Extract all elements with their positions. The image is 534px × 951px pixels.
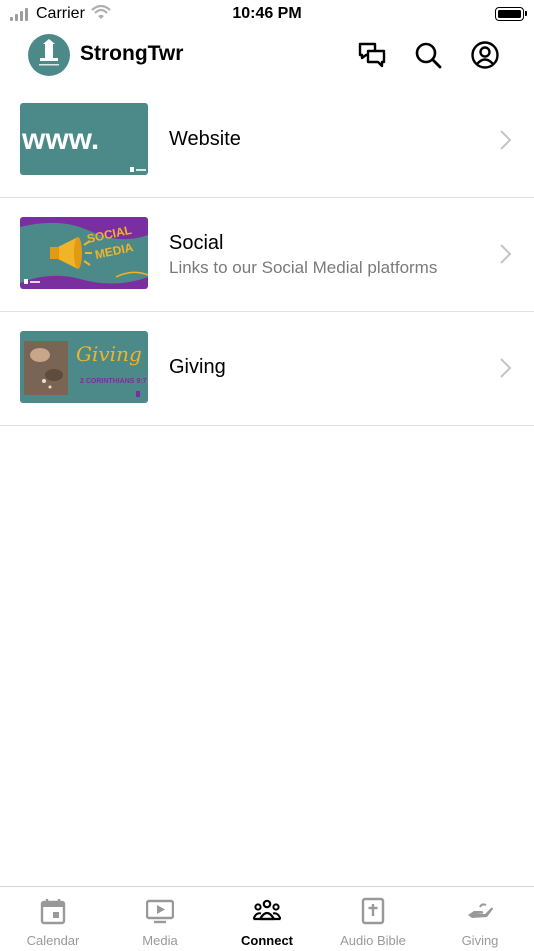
chevron-right-icon: [500, 244, 512, 264]
search-icon[interactable]: [413, 40, 443, 70]
chevron-right-icon: [500, 358, 512, 378]
tab-label: Calendar: [26, 933, 80, 948]
connect-icon: [253, 899, 281, 921]
app-header: StrongTwr: [0, 28, 534, 84]
bible-icon: [361, 897, 385, 925]
list-item-title: Social: [169, 232, 224, 254]
list-item-website[interactable]: www. Website: [0, 84, 534, 198]
giving-thumbnail: Giving 2 CORINTHIANS 9:7: [20, 331, 148, 403]
list-item-subtitle: Links to our Social Medial platforms: [169, 258, 438, 277]
app-logo[interactable]: [28, 34, 70, 76]
tab-label: Audio Bible: [340, 933, 406, 948]
list-item-social[interactable]: SOCIAL MEDIA Social Links to our Social …: [0, 198, 534, 312]
app-title: StrongTwr: [80, 42, 184, 65]
tab-bar: Calendar Media Connect Audio Bible Givin…: [0, 886, 534, 951]
website-thumbnail: www.: [20, 103, 148, 175]
giving-icon: [468, 903, 493, 918]
tab-label: Media: [142, 933, 178, 948]
website-thumb-text: www.: [21, 123, 99, 156]
list-item-title: Giving: [169, 356, 226, 378]
svg-text:Giving: Giving: [76, 342, 142, 366]
tab-audio-bible[interactable]: Audio Bible: [320, 887, 426, 951]
status-bar: Carrier 10:46 PM: [0, 0, 534, 28]
tab-label: Connect: [241, 933, 293, 948]
chat-icon[interactable]: [357, 40, 387, 70]
clock: 10:46 PM: [232, 5, 302, 22]
tab-calendar[interactable]: Calendar: [0, 887, 106, 951]
tab-label: Giving: [461, 933, 499, 948]
tab-media[interactable]: Media: [107, 887, 213, 951]
calendar-icon: [40, 899, 66, 925]
media-icon: [146, 899, 174, 924]
connect-list: www. Website SOCIAL MEDIA Social Links t…: [0, 84, 534, 426]
battery-icon: [495, 7, 527, 21]
tab-giving[interactable]: Giving: [427, 887, 533, 951]
social-thumbnail: SOCIAL MEDIA: [20, 217, 148, 289]
chevron-right-icon: [500, 130, 512, 150]
tab-connect[interactable]: Connect: [214, 887, 320, 951]
list-item-giving[interactable]: Giving 2 CORINTHIANS 9:7 Giving: [0, 312, 534, 426]
list-item-title: Website: [169, 128, 241, 150]
account-icon[interactable]: [470, 40, 500, 70]
svg-text:2 CORINTHIANS 9:7: 2 CORINTHIANS 9:7: [80, 378, 147, 385]
